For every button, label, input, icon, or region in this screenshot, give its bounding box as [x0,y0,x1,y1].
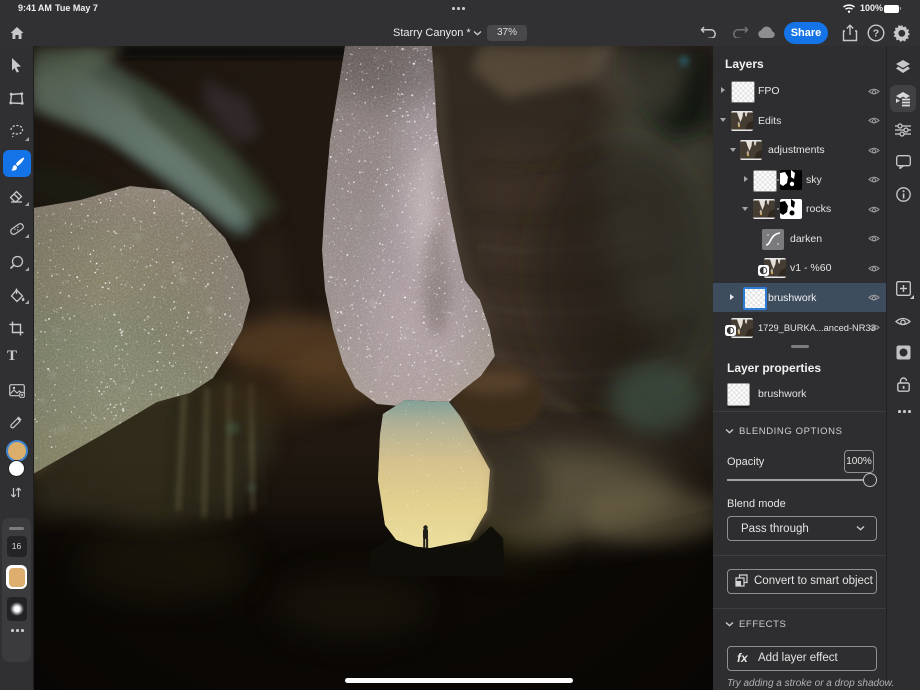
svg-text:?: ? [873,28,879,40]
